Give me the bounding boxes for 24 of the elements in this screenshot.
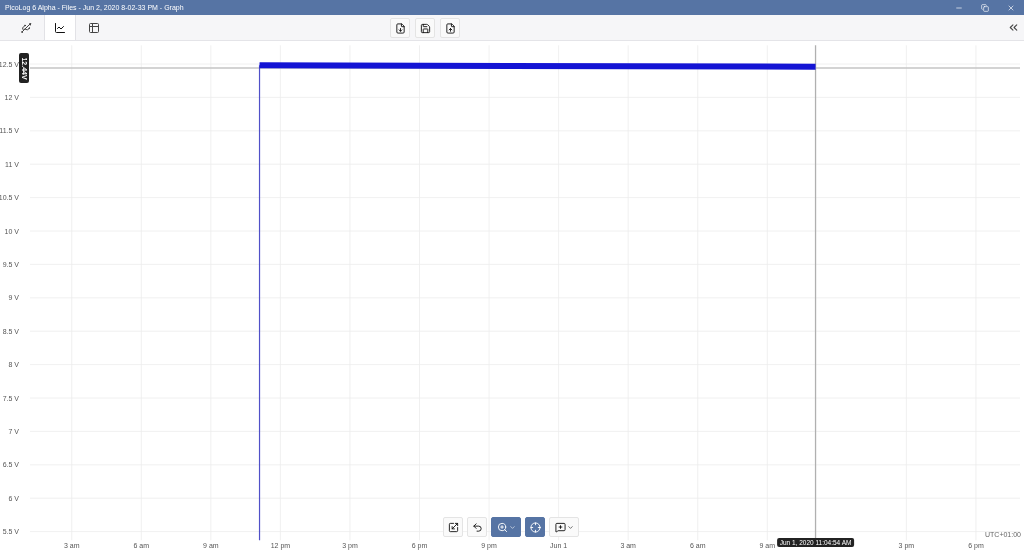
zoom-icon (496, 521, 508, 533)
undo-button[interactable] (467, 517, 487, 537)
caret-icon (508, 523, 516, 531)
zoom-button[interactable] (491, 517, 521, 537)
open-file-button[interactable] (390, 18, 410, 38)
restore-icon (981, 3, 989, 12)
file-upload-icon (444, 22, 456, 34)
usb-icon (20, 21, 32, 34)
close-icon (1007, 3, 1015, 12)
autoscale-button[interactable] (443, 517, 463, 537)
line-chart-icon (54, 21, 66, 34)
save-button[interactable] (415, 18, 435, 38)
comment-plus-icon (554, 521, 566, 533)
undo-icon (471, 521, 483, 533)
autoscale-icon (447, 521, 459, 533)
cursor-button[interactable] (525, 517, 545, 537)
save-icon (419, 22, 431, 34)
table-icon (88, 21, 100, 34)
file-download-icon (394, 22, 406, 34)
export-button[interactable] (440, 18, 460, 38)
crosshair-icon (529, 521, 541, 533)
graph-tab[interactable] (44, 15, 76, 40)
caret-icon (566, 523, 574, 531)
annotate-button[interactable] (549, 517, 579, 537)
